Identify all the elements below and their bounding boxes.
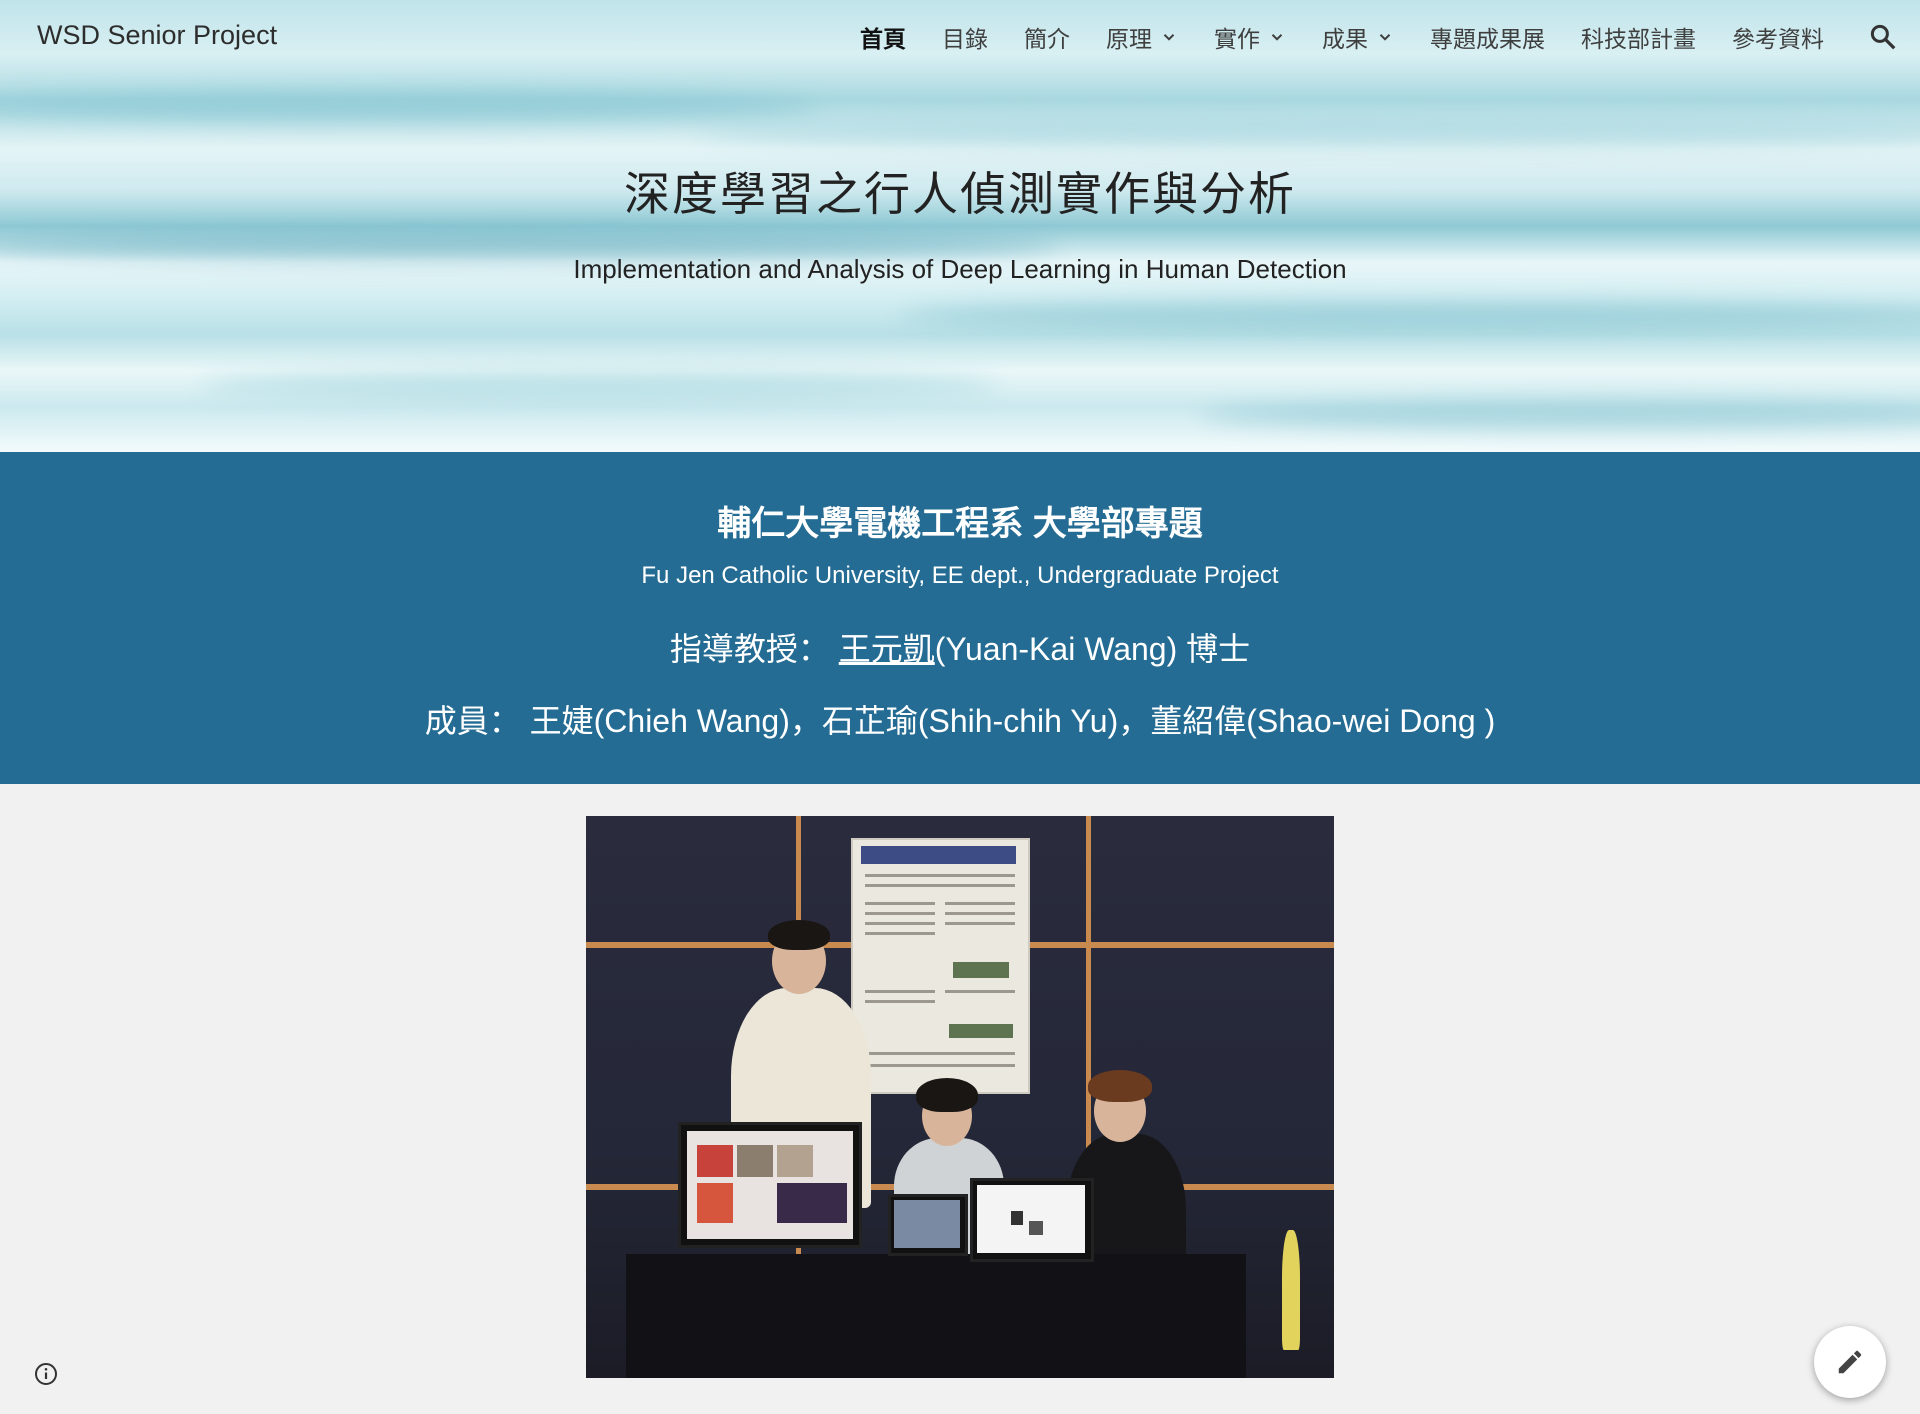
university-project-subtitle: Fu Jen Catholic University, EE dept., Un… (641, 562, 1279, 589)
pencil-icon (1838, 1350, 1862, 1374)
nav-item-most-project[interactable]: 科技部計畫 (1581, 20, 1696, 54)
nav-item-label: 科技部計畫 (1581, 27, 1696, 53)
nav-item-results[interactable]: 成果 (1322, 20, 1394, 54)
search-icon[interactable] (1868, 22, 1898, 52)
nav-item-label: 參考資料 (1732, 27, 1824, 53)
nav-item-contents[interactable]: 目錄 (942, 20, 988, 54)
hero-banner: WSD Senior Project 首頁 目錄 簡介 原理 實作 成果 專題成… (0, 0, 1920, 452)
nav-item-principles[interactable]: 原理 (1106, 20, 1178, 54)
research-poster-image (851, 838, 1030, 1094)
nav-item-label: 首頁 (860, 27, 906, 53)
nav-item-intro[interactable]: 簡介 (1024, 20, 1070, 54)
nav-item-references[interactable]: 參考資料 (1732, 20, 1824, 54)
nav-item-exhibition[interactable]: 專題成果展 (1430, 20, 1545, 54)
members-line: 成員： 王婕(Chieh Wang)，石芷瑜(Shih-chih Yu)，董紹偉… (424, 703, 1496, 739)
chevron-down-icon (1379, 34, 1391, 41)
team-photo (586, 816, 1334, 1378)
main-nav: 首頁 目錄 簡介 原理 實作 成果 專題成果展 科技部計畫 參考資料 (824, 20, 1824, 54)
site-title[interactable]: WSD Senior Project (37, 20, 277, 51)
page-title: 深度學習之行人偵測實作與分析 (624, 167, 1296, 221)
project-info-section: 輔仁大學電機工程系 大學部專題 Fu Jen Catholic Universi… (0, 452, 1920, 784)
nav-item-label: 實作 (1214, 27, 1260, 53)
advisor-line: 指導教授： 王元凱(Yuan-Kai Wang) 博士 (0, 624, 1920, 670)
edit-button[interactable] (1814, 1326, 1886, 1398)
advisor-link[interactable]: 王元凱 (839, 631, 935, 667)
nav-item-home[interactable]: 首頁 (860, 20, 906, 54)
nav-item-label: 原理 (1106, 27, 1152, 53)
nav-item-label: 目錄 (942, 27, 988, 53)
university-project-title: 輔仁大學電機工程系 大學部專題 (717, 505, 1203, 543)
top-navigation-bar: WSD Senior Project 首頁 目錄 簡介 原理 實作 成果 專題成… (0, 0, 1920, 74)
chevron-down-icon (1163, 34, 1175, 41)
nav-item-label: 成果 (1322, 27, 1368, 53)
info-icon[interactable] (34, 1362, 58, 1386)
nav-item-label: 專題成果展 (1430, 27, 1545, 53)
chevron-down-icon (1271, 34, 1283, 41)
nav-item-implementation[interactable]: 實作 (1214, 20, 1286, 54)
advisor-suffix: (Yuan-Kai Wang) 博士 (934, 631, 1251, 667)
nav-item-label: 簡介 (1024, 27, 1070, 53)
advisor-prefix: 指導教授： (669, 631, 830, 667)
page-subtitle: Implementation and Analysis of Deep Lear… (573, 254, 1347, 284)
